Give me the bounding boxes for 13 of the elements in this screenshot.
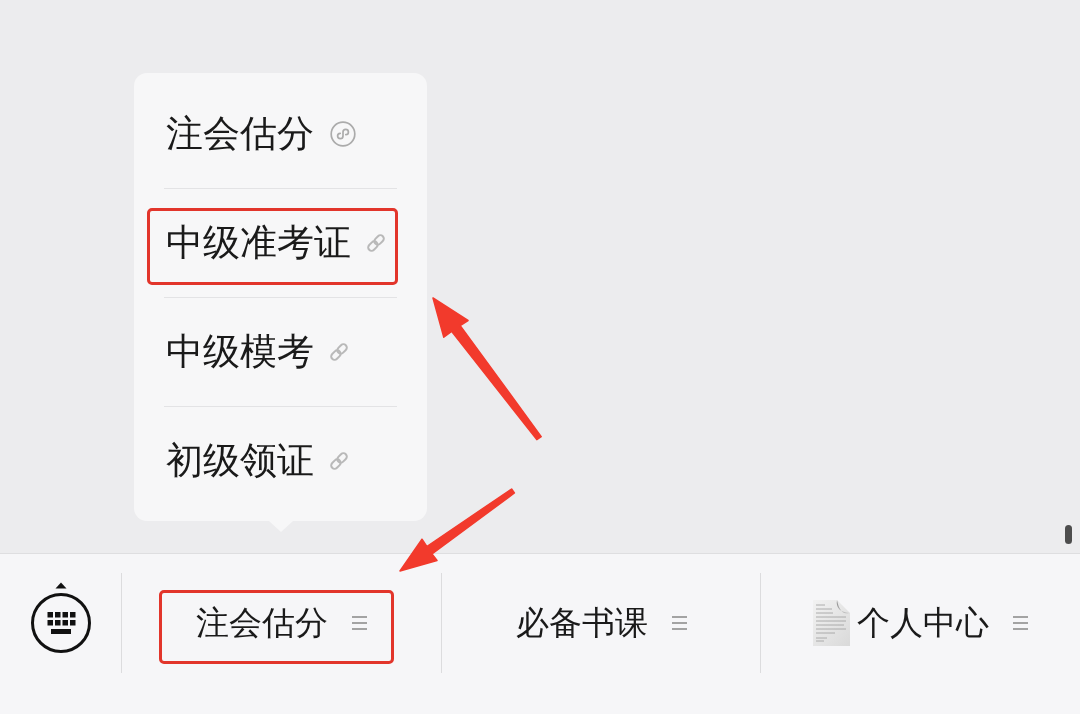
submenu-item[interactable]: 初级领证	[164, 407, 397, 515]
submenu-item[interactable]: 注会估分	[164, 80, 397, 188]
submenu-item[interactable]: 中级准考证	[164, 189, 397, 297]
mini-program-icon	[330, 121, 356, 147]
scrollbar-thumb[interactable]	[1065, 525, 1072, 544]
keyboard-icon[interactable]	[29, 582, 92, 654]
menu-tab[interactable]: 必备书课	[515, 600, 687, 646]
submenu-item[interactable]: 中级模考	[164, 298, 397, 406]
link-icon	[328, 450, 350, 472]
link-icon	[365, 232, 387, 254]
menu-tab[interactable]: 个人中心	[813, 600, 1029, 646]
link-icon	[328, 341, 350, 363]
menu-tab[interactable]: 注会估分	[195, 600, 367, 646]
